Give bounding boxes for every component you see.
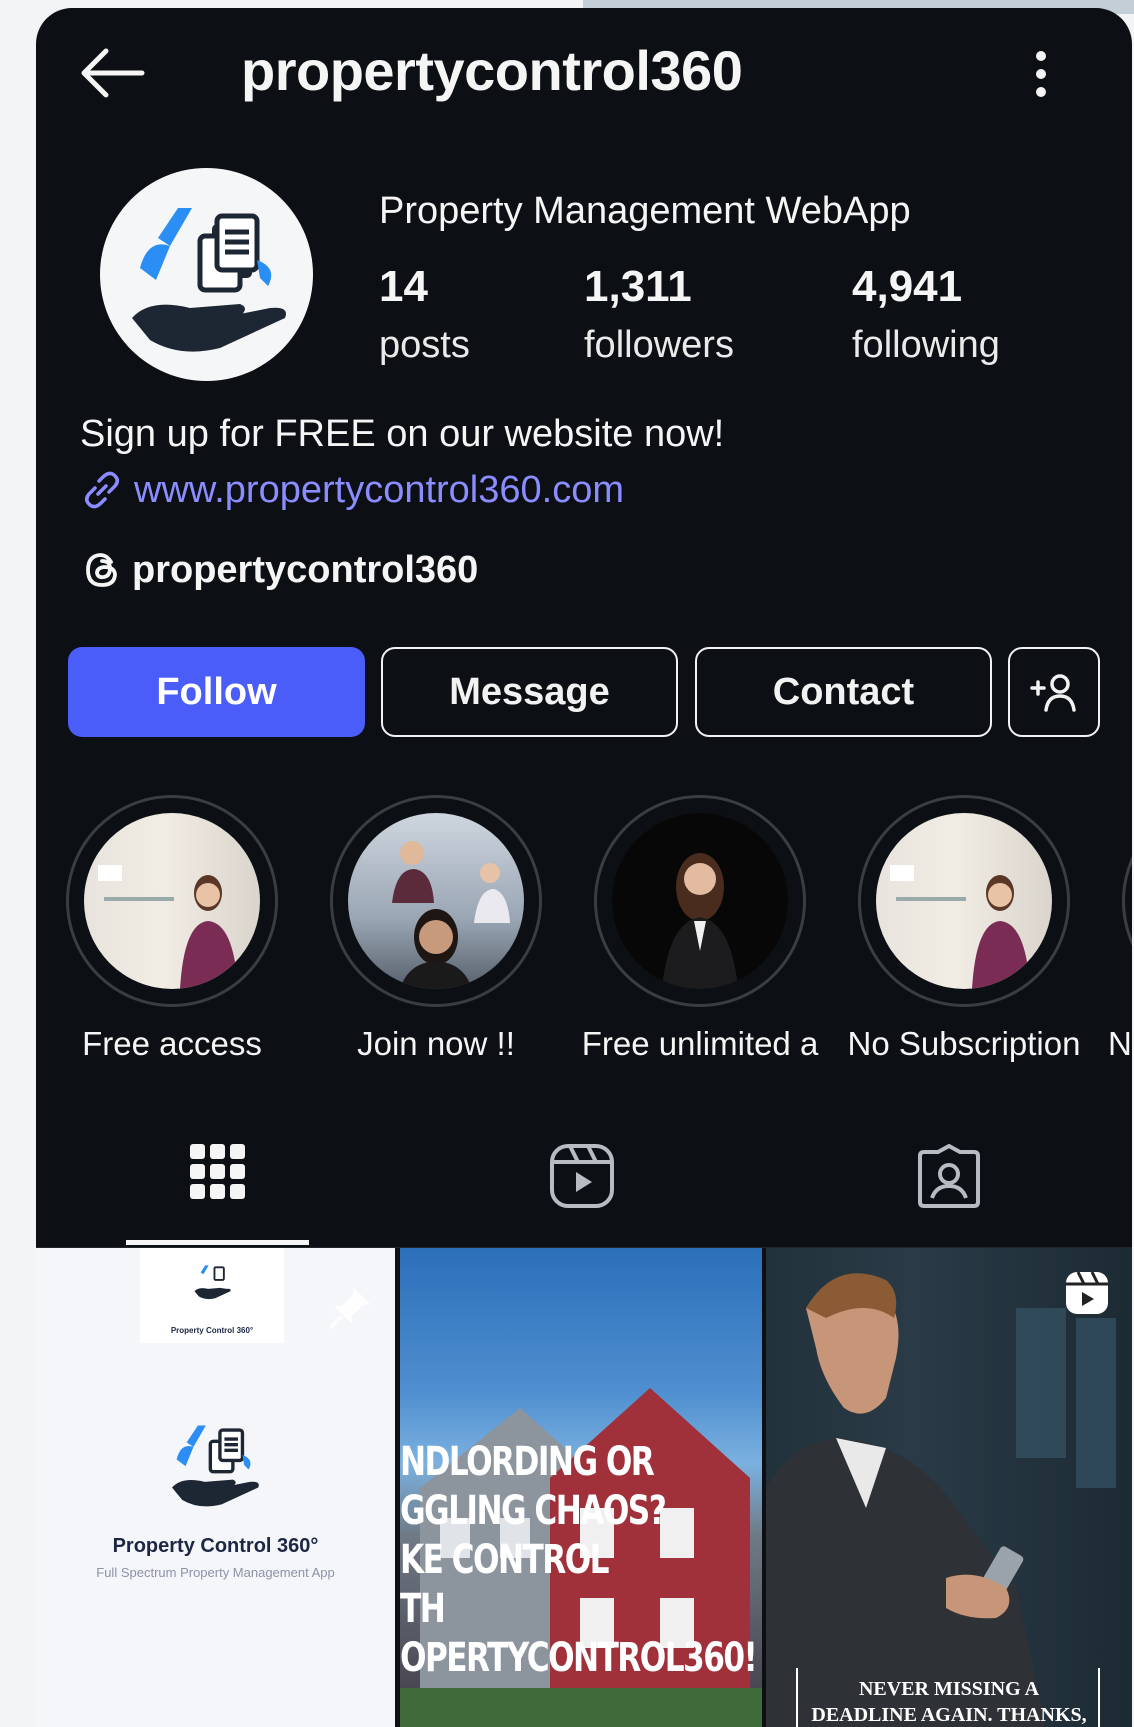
caption-line: NEVER MISSING A bbox=[858, 1678, 1040, 1700]
logo-icon bbox=[132, 208, 286, 352]
tile-caption: NEVER MISSING A DEADLINE AGAIN. THANKS, bbox=[766, 1676, 1132, 1727]
highlight-label[interactable]: Free access bbox=[40, 1025, 304, 1063]
more-vertical-icon[interactable] bbox=[1021, 44, 1061, 104]
post-tile[interactable] bbox=[766, 1248, 1132, 1727]
tile-logo-subtitle: Full Spectrum Property Management App bbox=[96, 1565, 335, 1580]
highlight-free-unlimited[interactable] bbox=[594, 795, 806, 1007]
website-link[interactable]: www.propertycontrol360.com bbox=[80, 468, 624, 512]
highlight-thumbnail bbox=[348, 813, 524, 989]
reels-icon[interactable] bbox=[548, 1142, 616, 1210]
link-icon bbox=[85, 471, 119, 509]
display-name: Property Management WebApp bbox=[379, 190, 911, 232]
grid-icon[interactable] bbox=[188, 1140, 246, 1206]
profile-avatar[interactable] bbox=[100, 168, 313, 381]
pin-icon bbox=[328, 1288, 370, 1330]
username-title: propertycontrol360 bbox=[241, 39, 743, 102]
highlight-label[interactable]: Join now !! bbox=[304, 1025, 568, 1063]
highlight-label[interactable]: Free unlimited a bbox=[568, 1025, 832, 1063]
tile-logo-text: Property Control 360° bbox=[170, 1326, 254, 1335]
tile-headline: NDLORDING OR GGLING CHAOS? KE CONTROL TH… bbox=[400, 1438, 758, 1683]
suggest-people-button[interactable] bbox=[1008, 647, 1100, 737]
headline-line: KE CONTROL bbox=[400, 1537, 610, 1583]
caption-line: DEADLINE AGAIN. THANKS, bbox=[811, 1704, 1087, 1726]
add-person-icon bbox=[1030, 674, 1076, 712]
highlight-label[interactable]: No Subscription bbox=[832, 1025, 1096, 1063]
headline-line: GGLING CHAOS? bbox=[400, 1488, 667, 1534]
arrow-left-icon[interactable] bbox=[76, 46, 146, 100]
active-tab-indicator bbox=[126, 1240, 309, 1245]
website-url[interactable]: www.propertycontrol360.com bbox=[134, 469, 624, 512]
headline-line: OPERTYCONTROL360! bbox=[400, 1635, 758, 1681]
highlight-free-access[interactable] bbox=[66, 795, 278, 1007]
highlight-label[interactable]: N bbox=[1108, 1025, 1132, 1063]
highlight-join-now[interactable] bbox=[330, 795, 542, 1007]
logo-icon bbox=[194, 1265, 231, 1300]
reel-badge-icon bbox=[1066, 1271, 1108, 1314]
highlight-thumbnail bbox=[84, 813, 260, 989]
profile-screen: propertycontrol360 Property Management W… bbox=[36, 8, 1132, 1727]
tile-logo-name: Property Control 360° bbox=[112, 1535, 319, 1557]
follow-button[interactable]: Follow bbox=[68, 647, 365, 737]
logo-icon bbox=[172, 1425, 259, 1507]
threads-badge[interactable]: propertycontrol360 bbox=[80, 548, 478, 592]
man-with-phone-image bbox=[766, 1273, 1116, 1727]
posts-count[interactable]: 14 bbox=[379, 262, 428, 312]
threads-handle[interactable]: propertycontrol360 bbox=[132, 549, 478, 592]
followers-label[interactable]: followers bbox=[584, 324, 734, 367]
headline-line: NDLORDING OR bbox=[400, 1439, 655, 1485]
highlight-no-subscription[interactable] bbox=[858, 795, 1070, 1007]
following-label[interactable]: following bbox=[852, 324, 1000, 367]
highlight-partial[interactable] bbox=[1122, 795, 1132, 1007]
posts-label[interactable]: posts bbox=[379, 324, 470, 367]
highlight-thumbnail bbox=[876, 813, 1052, 989]
following-count[interactable]: 4,941 bbox=[852, 262, 962, 312]
headline-line: TH bbox=[400, 1586, 446, 1632]
followers-count[interactable]: 1,311 bbox=[584, 262, 692, 312]
threads-icon bbox=[86, 553, 117, 587]
highlight-thumbnail bbox=[612, 813, 788, 989]
bio-text: Sign up for FREE on our website now! bbox=[80, 413, 725, 455]
contact-button[interactable]: Contact bbox=[695, 647, 992, 737]
message-button[interactable]: Message bbox=[381, 647, 678, 737]
tagged-icon[interactable] bbox=[916, 1144, 982, 1210]
